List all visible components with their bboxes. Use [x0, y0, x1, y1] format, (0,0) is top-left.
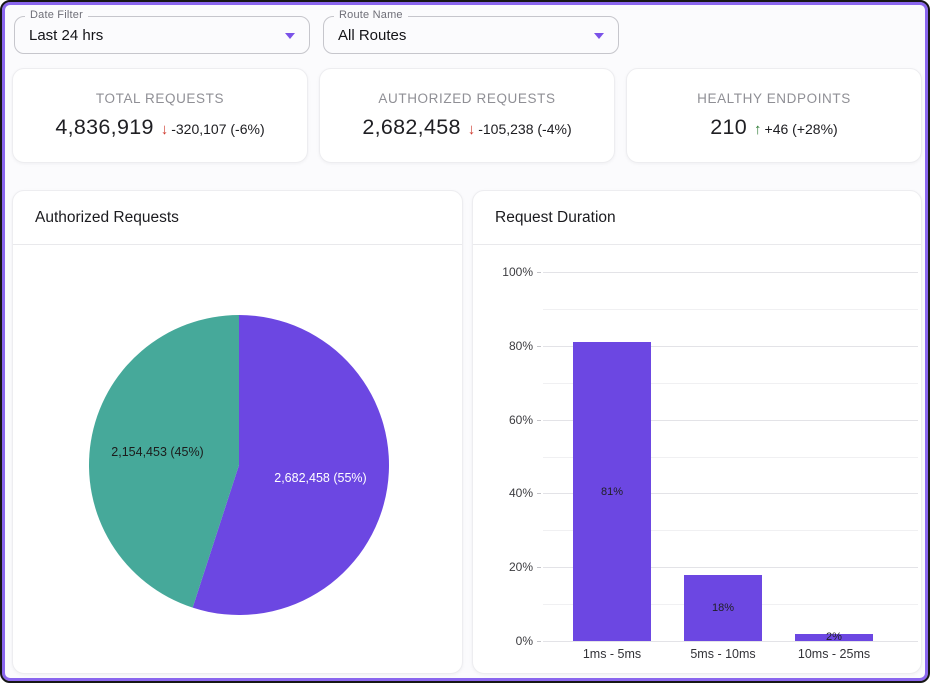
stat-card-healthy-endpoints: HEALTHY ENDPOINTS 210 ↑ +46 (+28%) — [626, 68, 922, 163]
date-filter-select[interactable]: Date Filter Last 24 hrs — [14, 16, 310, 54]
pie-slice-label: 2,682,458 (55%) — [274, 471, 366, 485]
gridline — [543, 309, 918, 310]
chevron-down-icon — [285, 33, 295, 39]
trend-up-icon: ↑ — [754, 121, 762, 138]
panel-title: Authorized Requests — [13, 191, 462, 245]
date-filter-value: Last 24 hrs — [29, 27, 103, 44]
trend-delta: -320,107 (-6%) — [171, 121, 264, 137]
gridline — [543, 272, 918, 273]
stat-title: TOTAL REQUESTS — [96, 91, 224, 106]
y-axis-tick — [537, 567, 541, 568]
y-axis-tick — [537, 272, 541, 273]
trend-delta: -105,238 (-4%) — [478, 121, 571, 137]
y-axis-label: 80% — [487, 339, 533, 353]
stat-value: 2,682,458 — [362, 115, 460, 140]
stat-trend: ↓ -320,107 (-6%) — [161, 121, 265, 138]
bar-value-label: 81% — [601, 486, 623, 498]
date-filter-label: Date Filter — [25, 9, 88, 21]
x-axis-label: 1ms - 5ms — [583, 647, 641, 661]
bar-chart: 0%20%40%60%80%100%81%1ms - 5ms18%5ms - 1… — [543, 272, 918, 641]
trend-down-icon: ↓ — [161, 121, 169, 138]
stats-row: TOTAL REQUESTS 4,836,919 ↓ -320,107 (-6%… — [12, 68, 922, 163]
y-axis-label: 20% — [487, 560, 533, 574]
pie-chart: 2,682,458 (55%) 2,154,453 (45%) — [13, 245, 462, 673]
route-name-select[interactable]: Route Name All Routes — [323, 16, 619, 54]
chevron-down-icon — [594, 33, 604, 39]
x-axis-label: 10ms - 25ms — [798, 647, 870, 661]
stat-title: HEALTHY ENDPOINTS — [697, 91, 851, 106]
pie-chart-svg: 2,682,458 (55%) 2,154,453 (45%) — [13, 245, 462, 673]
y-axis-label: 100% — [487, 265, 533, 279]
stat-card-authorized-requests: AUTHORIZED REQUESTS 2,682,458 ↓ -105,238… — [319, 68, 615, 163]
y-axis-tick — [537, 420, 541, 421]
stat-value: 210 — [710, 115, 747, 140]
trend-delta: +46 (+28%) — [765, 121, 838, 137]
route-name-value: All Routes — [338, 27, 406, 44]
request-duration-panel: Request Duration 0%20%40%60%80%100%81%1m… — [472, 190, 922, 674]
stat-trend: ↓ -105,238 (-4%) — [468, 121, 572, 138]
stat-card-total-requests: TOTAL REQUESTS 4,836,919 ↓ -320,107 (-6%… — [12, 68, 308, 163]
authorized-requests-panel: Authorized Requests 2,682,458 (55%) 2,154… — [12, 190, 463, 674]
dashboard: Date Filter Last 24 hrs Route Name All R… — [0, 0, 930, 683]
y-axis-tick — [537, 493, 541, 494]
y-axis-label: 60% — [487, 413, 533, 427]
y-axis-label: 40% — [487, 486, 533, 500]
panel-title: Request Duration — [473, 191, 921, 245]
route-name-label: Route Name — [334, 9, 408, 21]
stat-value: 4,836,919 — [55, 115, 153, 140]
y-axis-tick — [537, 641, 541, 642]
trend-down-icon: ↓ — [468, 121, 476, 138]
y-axis-tick — [537, 346, 541, 347]
bar-value-label: 2% — [826, 631, 842, 643]
stat-trend: ↑ +46 (+28%) — [754, 121, 838, 138]
pie-slice-label: 2,154,453 (45%) — [111, 445, 203, 459]
bar-value-label: 18% — [712, 602, 734, 614]
stat-title: AUTHORIZED REQUESTS — [378, 91, 555, 106]
x-axis-label: 5ms - 10ms — [690, 647, 755, 661]
gridline — [543, 641, 918, 642]
y-axis-label: 0% — [487, 634, 533, 648]
filter-bar: Date Filter Last 24 hrs Route Name All R… — [14, 16, 619, 54]
